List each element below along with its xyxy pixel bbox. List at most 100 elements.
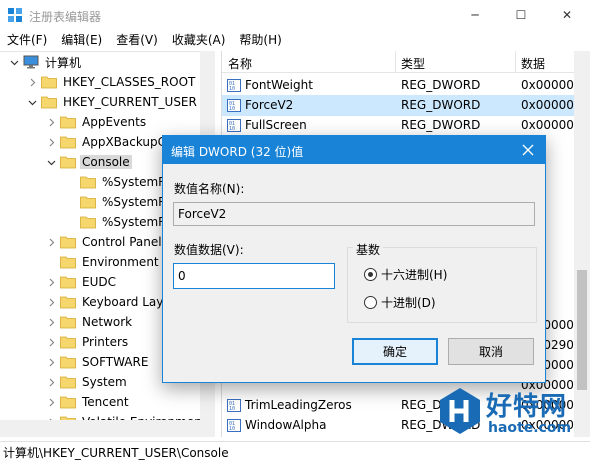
column-divider[interactable] <box>515 51 516 73</box>
tree-node-label: Console <box>80 155 132 169</box>
radio-decimal[interactable]: 十进制(D) <box>364 294 436 311</box>
chevron-right-icon[interactable] <box>45 136 57 148</box>
tree-node-label: AppEvents <box>82 115 147 129</box>
tree-node[interactable]: AppXBackupC <box>45 132 168 152</box>
folder-icon <box>60 375 76 389</box>
ok-button[interactable]: 确定 <box>352 338 438 365</box>
dialog-title: 编辑 DWORD (32 位)值 <box>171 145 304 159</box>
tree-node[interactable]: HKEY_CURRENT_USER <box>26 92 199 112</box>
radio-hexadecimal[interactable]: 十六进制(H) <box>364 266 447 283</box>
chevron-right-icon[interactable] <box>45 276 57 288</box>
chevron-right-icon[interactable] <box>45 116 57 128</box>
value-name-field: ForceV2 <box>173 202 535 226</box>
tree-node[interactable]: AppEvents <box>45 112 148 132</box>
tree-node[interactable]: Control Panel <box>45 232 164 252</box>
folder-icon <box>80 215 96 229</box>
chevron-down-icon[interactable] <box>8 56 20 68</box>
tree-node-label: Control Panel <box>82 235 162 249</box>
tree-node[interactable]: Environment <box>45 252 161 272</box>
tree-node[interactable]: HKEY_CLASSES_ROOT <box>26 72 197 92</box>
tree-node-label: SOFTWARE <box>82 355 149 369</box>
tree-node[interactable]: Printers <box>45 332 130 352</box>
window-title: 注册表编辑器 <box>29 10 102 24</box>
value-name-label: 数值名称(N): <box>174 182 245 196</box>
folder-icon <box>60 335 76 349</box>
binary-value-icon: 01 10 <box>227 79 241 92</box>
edit-dword-dialog: 编辑 DWORD (32 位)值 数值名称(N): ForceV2 数值数据(V… <box>162 135 546 383</box>
tree-node-label: %SystemR <box>102 215 167 229</box>
menu-help[interactable]: 帮助(H) <box>232 30 288 50</box>
column-header-type[interactable]: 类型 <box>401 55 425 72</box>
tree-node-label: Environment <box>82 255 159 269</box>
column-divider[interactable] <box>395 51 396 73</box>
value-data-label: 数值数据(V): <box>174 243 244 257</box>
tree-node[interactable]: Console <box>45 152 132 172</box>
chevron-right-icon[interactable] <box>26 76 38 88</box>
tree-node-label: Printers <box>82 335 129 349</box>
folder-icon <box>41 95 57 109</box>
tree-node-label: 计算机 <box>45 55 82 70</box>
binary-value-icon: 01 10 <box>227 399 241 412</box>
chevron-down-icon[interactable] <box>45 156 57 168</box>
folder-icon <box>60 235 76 249</box>
list-scrollbar-thumb[interactable] <box>577 270 587 390</box>
tree-node[interactable]: Network <box>45 312 134 332</box>
value-data: 0x000001 <box>521 78 582 92</box>
chevron-right-icon[interactable] <box>45 236 57 248</box>
binary-value-icon: 01 10 <box>227 419 241 432</box>
chevron-right-icon[interactable] <box>45 336 57 348</box>
title-bar: 注册表编辑器 ─ ☐ ✕ <box>0 0 590 30</box>
tree-node[interactable]: Keyboard Lay <box>45 292 165 312</box>
tree-node-label: EUDC <box>82 275 116 289</box>
chevron-right-icon[interactable] <box>45 316 57 328</box>
menu-edit[interactable]: 编辑(E) <box>54 30 109 50</box>
value-row[interactable]: 01 10 FullScreen REG_DWORD 0x000000 <box>222 115 590 136</box>
folder-icon <box>80 195 96 209</box>
chevron-right-icon[interactable] <box>45 296 57 308</box>
menu-view[interactable]: 查看(V) <box>109 30 165 50</box>
folder-icon <box>41 75 57 89</box>
dialog-close-button[interactable] <box>511 136 545 164</box>
menu-file[interactable]: 文件(F) <box>0 30 54 50</box>
column-header-data[interactable]: 数据 <box>521 55 545 72</box>
list-header: 名称 类型 数据 <box>222 51 590 73</box>
tree-node[interactable]: Tencent <box>45 392 131 412</box>
menu-favorites[interactable]: 收藏夹(A) <box>165 30 233 50</box>
folder-icon <box>60 115 76 129</box>
value-row[interactable]: 01 10 FontWeight REG_DWORD 0x000001 <box>222 75 590 96</box>
value-data-input[interactable]: 0 <box>173 263 335 289</box>
menu-bar: 文件(F) 编辑(E) 查看(V) 收藏夹(A) 帮助(H) <box>0 30 590 50</box>
tree-node[interactable]: %SystemR <box>65 192 169 212</box>
chevron-right-icon[interactable] <box>45 396 57 408</box>
chevron-down-icon[interactable] <box>26 96 38 108</box>
tree-node-label: %SystemR <box>102 195 167 209</box>
value-data: 0x000000 <box>521 98 582 112</box>
tree-node[interactable]: %SystemR <box>65 172 169 192</box>
chevron-right-icon[interactable] <box>45 376 57 388</box>
watermark-url: haote.com <box>488 420 572 436</box>
tree-node[interactable]: 计算机 <box>8 52 83 72</box>
tree-node[interactable]: EUDC <box>45 272 118 292</box>
tree-node-label: AppXBackupC <box>82 135 167 149</box>
value-row[interactable]: 01 10 ForceV2 REG_DWORD 0x000000 <box>222 95 590 116</box>
tree-horizontal-scrollbar[interactable] <box>0 420 215 437</box>
value-name: FullScreen <box>245 118 307 132</box>
svg-text:10: 10 <box>229 106 235 112</box>
minimize-button[interactable]: ─ <box>452 0 498 30</box>
cancel-button[interactable]: 取消 <box>448 338 534 365</box>
tree-node[interactable]: SOFTWARE <box>45 352 150 372</box>
binary-value-icon: 01 10 <box>227 119 241 132</box>
folder-icon <box>80 175 96 189</box>
tree-node[interactable]: %SystemR <box>65 212 169 232</box>
column-header-name[interactable]: 名称 <box>228 55 252 72</box>
maximize-button[interactable]: ☐ <box>498 0 544 30</box>
close-window-button[interactable]: ✕ <box>544 0 590 30</box>
tree-node[interactable]: System <box>45 372 129 392</box>
svg-text:10: 10 <box>229 426 235 432</box>
close-icon <box>522 144 534 156</box>
chevron-right-icon[interactable] <box>45 356 57 368</box>
tree-node-label: System <box>82 375 127 389</box>
